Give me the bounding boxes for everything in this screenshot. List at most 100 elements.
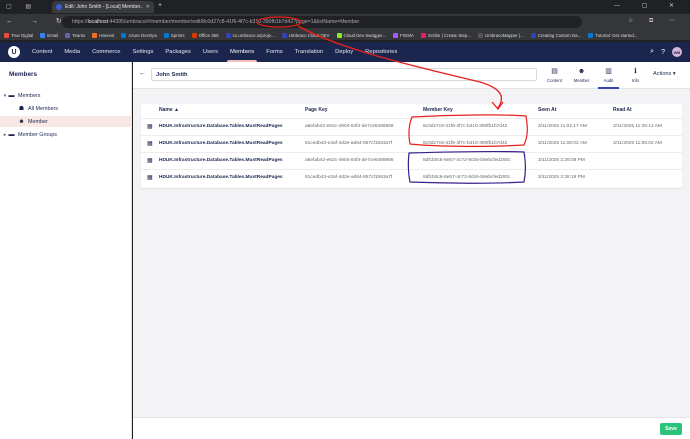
back-arrow-icon[interactable]: ← — [139, 70, 146, 77]
cell-seen-at: 3/11/2025 2:28:19 PM — [538, 175, 585, 180]
bookmark-item[interactable]: FIGMA — [393, 32, 414, 38]
bookmark-favicon-icon — [4, 32, 9, 38]
section-members[interactable]: Members — [224, 42, 260, 62]
new-tab-icon[interactable]: + — [158, 2, 162, 9]
table-icon: ▦ — [147, 124, 153, 130]
umbraco-header: U Content Media Commerce Settings Packages Us… — [0, 42, 690, 62]
column-header-page-key[interactable]: Page Key — [305, 107, 328, 113]
tree-item-all-members[interactable]: ☗ All Members — [0, 103, 132, 114]
bookmark-item[interactable]: Tutorial: Get started... — [588, 32, 637, 38]
member-editor: ← ▤ Content ☻ Member ▥ Audit ℹ Info Acti… — [133, 62, 690, 439]
umbraco-favicon-icon — [56, 4, 62, 10]
cell-member-key: 8c0d27c8-41f6-4f7c-b310-390fb1b7d42 — [423, 124, 508, 129]
close-tab-icon[interactable]: ✕ — [146, 4, 150, 10]
actions-menu[interactable]: Actions ▾ — [653, 71, 676, 77]
section-forms[interactable]: Forms — [260, 42, 288, 62]
bookmark-favicon-icon — [92, 32, 98, 38]
tree-item-members[interactable]: ▾ ▬ Members — [0, 90, 132, 101]
column-header-seen-at[interactable]: Seen At — [538, 107, 556, 113]
bookmark-favicon-icon — [65, 32, 71, 38]
tree-item-member[interactable]: ☻ Member — [0, 116, 132, 127]
section-repositories[interactable]: Repositories — [359, 42, 403, 62]
window-controls[interactable]: — ▢ ✕ — [614, 2, 684, 9]
browser-tabstrip: ▢ ▤ Edit: John Smith - [Local] Member...… — [0, 0, 690, 14]
table-row[interactable]: ▦ HDUK.Infrastructure.Database.Tables.Mus… — [141, 135, 682, 152]
browser-nav-buttons[interactable]: ← → ↻ — [6, 17, 70, 25]
audit-icon: ▥ — [605, 68, 612, 75]
table-icon: ▦ — [147, 175, 153, 181]
bookmark-item[interactable]: Creating Custom Da... — [530, 32, 581, 38]
bookmark-favicon-icon — [163, 32, 169, 38]
section-translation[interactable]: Translation — [289, 42, 329, 62]
member-name-input[interactable] — [151, 68, 537, 81]
table-row[interactable]: ▦ HDUK.Infrastructure.Database.Tables.Mus… — [141, 118, 682, 135]
section-media[interactable]: Media — [58, 42, 86, 62]
save-button[interactable]: Save — [660, 423, 682, 435]
section-settings[interactable]: Settings — [126, 42, 159, 62]
bookmark-item[interactable]: Harvest — [92, 32, 114, 38]
section-commerce[interactable]: Commerce — [86, 42, 126, 62]
bookmark-favicon-icon — [40, 32, 46, 38]
bookmark-item[interactable]: Umbraco Cloud DEV — [281, 32, 330, 38]
table-row[interactable]: ▦ HDUK.Infrastructure.Database.Tables.Mus… — [141, 169, 682, 186]
section-packages[interactable]: Packages — [159, 42, 196, 62]
bookmark-item[interactable]: Scribe | Create Step... — [420, 32, 472, 38]
help-icon[interactable]: ? — [661, 49, 665, 56]
browser-toolbar: ← → ↻ https://localhost:44395/umbraco/#/… — [0, 14, 690, 30]
section-content[interactable]: Content — [26, 42, 58, 62]
column-header-name[interactable]: Name ▲ — [159, 107, 179, 113]
bookmark-item[interactable]: UmbracoMapper |... — [478, 32, 524, 38]
umbraco-logo-icon[interactable]: U — [8, 46, 20, 58]
address-bar[interactable]: https://localhost:44395/umbraco/#/member… — [62, 16, 582, 28]
bookmark-item[interactable]: Sprints — [163, 32, 185, 38]
actions-label: Actions — [653, 71, 672, 77]
folder-icon: ▬ — [8, 92, 15, 99]
bookmark-label: Azure DevOps — [128, 32, 157, 38]
app-label: Info — [631, 78, 640, 83]
app-content[interactable]: ▤ Content — [541, 62, 568, 89]
column-header-read-at[interactable]: Read At — [613, 107, 632, 113]
app-info[interactable]: ℹ Info — [622, 62, 649, 89]
tree-item-label: Member — [28, 118, 48, 125]
url-host: localhost — [87, 19, 109, 25]
table-header: Name ▲ Page Key Member Key Seen At Read … — [141, 104, 682, 116]
browser-tab-title: Edit: John Smith - [Local] Member... — [65, 4, 143, 10]
browser-tab-actions-icon[interactable]: ▢ ▤ — [6, 3, 37, 10]
section-deploy[interactable]: Deploy — [329, 42, 359, 62]
sort-asc-icon: ▲ — [174, 107, 179, 113]
browser-extension-icons[interactable]: ☆ ⧉ ⋯ — [628, 17, 682, 25]
bookmark-item[interactable]: True Digital — [4, 32, 34, 38]
tree-item-member-groups[interactable]: ▸ ▬ Member Groups — [0, 129, 132, 140]
table-row[interactable]: ▦ HDUK.Infrastructure.Database.Tables.Mus… — [141, 152, 682, 169]
search-icon[interactable]: ⌕ — [650, 48, 654, 56]
bookmark-label: Umbraco Cloud DEV — [288, 32, 330, 38]
bookmark-label: Cloud Dev Swagger... — [343, 32, 386, 38]
browser-tab[interactable]: Edit: John Smith - [Local] Member... ✕ — [52, 1, 154, 13]
table-icon: ▦ — [147, 141, 153, 147]
app-audit[interactable]: ▥ Audit — [595, 62, 622, 89]
table-icon: ▦ — [147, 158, 153, 164]
section-nav: Content Media Commerce Settings Packages User… — [26, 42, 403, 62]
bookmark-item[interactable]: Cloud Dev Swagger... — [336, 32, 386, 38]
bookmark-label: True Digital — [11, 32, 34, 38]
chevron-down-icon: ▾ — [672, 71, 676, 77]
cell-page-key: a6efab42-e62c-4904-84f4-de7ce6486968 — [305, 124, 394, 129]
tree-item-label: Members — [18, 92, 41, 99]
bookmarks-bar: True Digital Email Teams Harvest Azure DevOp… — [0, 30, 690, 41]
tree-item-label: All Members — [28, 105, 58, 112]
column-header-member-key[interactable]: Member Key — [423, 107, 453, 113]
bookmark-item[interactable]: s1.umbraco.io/proje... — [225, 32, 275, 38]
bookmark-item[interactable]: Teams — [65, 32, 85, 38]
content-icon: ▤ — [551, 68, 558, 75]
bookmark-item[interactable]: Email — [40, 32, 59, 38]
bookmark-label: Scribe | Create Step... — [427, 32, 472, 38]
section-users[interactable]: Users — [197, 42, 224, 62]
content-apps: ▤ Content ☻ Member ▥ Audit ℹ Info — [541, 62, 649, 89]
app-label: Content — [546, 78, 563, 83]
bookmark-item[interactable]: Azure DevOps — [121, 32, 157, 38]
bookmark-label: Email — [47, 32, 59, 38]
avatar[interactable]: WB — [672, 47, 682, 57]
bookmark-favicon-icon — [588, 32, 594, 38]
app-member[interactable]: ☻ Member — [568, 62, 595, 89]
bookmark-item[interactable]: Office 365 — [191, 32, 219, 38]
